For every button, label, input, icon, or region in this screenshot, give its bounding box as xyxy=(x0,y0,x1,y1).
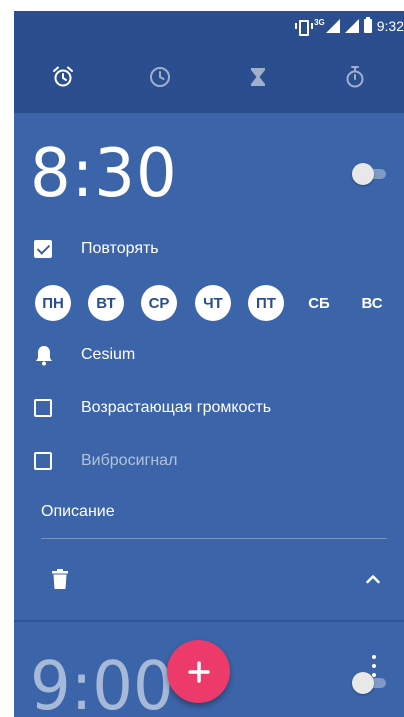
vibrate-row[interactable]: Вибросигнал xyxy=(34,452,177,470)
battery-icon xyxy=(363,17,372,33)
repeat-label: Повторять xyxy=(81,240,159,257)
day-tue[interactable]: ВТ xyxy=(88,285,124,321)
tab-stopwatch[interactable] xyxy=(307,40,404,113)
increasing-volume-label: Возрастающая громкость xyxy=(81,399,272,416)
vibrate-label: Вибросигнал xyxy=(81,452,178,469)
alarm-enable-toggle[interactable] xyxy=(352,672,390,694)
toggle-thumb xyxy=(352,163,374,185)
weekday-selector: ПН ВТ СР ЧТ ПТ СБ ВС xyxy=(35,285,390,321)
hourglass-icon xyxy=(250,67,265,86)
alarm-card-expanded[interactable]: 8:30 Повторять ПН ВТ СР ЧТ ПТ СБ ВС Cesi… xyxy=(14,113,404,620)
wifi-signal-icon xyxy=(344,19,359,33)
alarm-clock-icon xyxy=(52,66,73,86)
tab-timer[interactable] xyxy=(209,40,307,113)
tab-alarm[interactable] xyxy=(14,40,112,113)
day-sun[interactable]: ВС xyxy=(354,285,390,321)
description-field[interactable]: Описание xyxy=(41,503,115,521)
ringtone-label: Cesium xyxy=(81,346,136,363)
tab-bar xyxy=(14,40,404,113)
bell-icon xyxy=(36,346,52,366)
dot xyxy=(372,664,376,668)
vibrate-checkbox[interactable] xyxy=(34,452,52,470)
increasing-volume-checkbox[interactable] xyxy=(34,399,52,417)
clock-icon xyxy=(150,66,171,87)
alarm-enable-toggle[interactable] xyxy=(352,163,390,185)
add-alarm-button[interactable] xyxy=(167,640,230,703)
repeat-checkbox[interactable] xyxy=(34,240,52,258)
status-bar: 3G 9:32 xyxy=(14,11,404,40)
day-mon[interactable]: ПН xyxy=(35,285,71,321)
day-sat[interactable]: СБ xyxy=(301,285,337,321)
alarm-time[interactable]: 8:30 xyxy=(30,135,178,213)
status-icons: 3G 9:32 xyxy=(295,16,404,36)
alarm-time[interactable]: 9:00 xyxy=(30,648,174,717)
more-options-icon[interactable] xyxy=(372,655,378,677)
delete-icon[interactable] xyxy=(52,569,68,589)
dot xyxy=(372,655,376,659)
repeat-row[interactable]: Повторять xyxy=(34,240,159,258)
description-underline xyxy=(41,538,387,539)
day-fri[interactable]: ПТ xyxy=(248,285,284,321)
network-type-label: 3G xyxy=(314,17,325,27)
tab-clock[interactable] xyxy=(112,40,210,113)
plus-icon xyxy=(187,660,210,683)
collapse-chevron-icon[interactable] xyxy=(366,574,380,584)
stopwatch-icon xyxy=(346,65,364,87)
increasing-volume-row[interactable]: Возрастающая громкость xyxy=(34,399,271,417)
ringtone-row[interactable]: Cesium xyxy=(34,345,135,366)
day-wed[interactable]: СР xyxy=(141,285,177,321)
mobile-signal-icon xyxy=(325,19,340,33)
status-time: 9:32 xyxy=(376,18,404,34)
toggle-thumb xyxy=(352,672,374,694)
dot xyxy=(372,673,376,677)
vibrate-mode-icon xyxy=(295,20,314,36)
alarm-screen: 3G 9:32 8:30 Повторять ПН ВТ СР ЧТ ПТ СБ… xyxy=(14,11,404,717)
day-thu[interactable]: ЧТ xyxy=(195,285,231,321)
